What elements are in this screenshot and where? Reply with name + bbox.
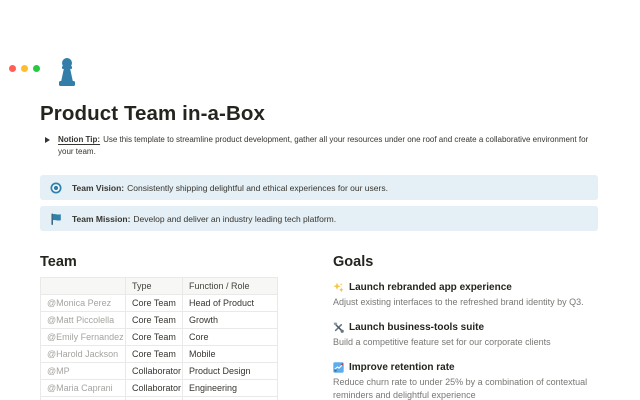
close-button[interactable]	[9, 65, 16, 72]
notion-tip-label: Notion Tip:	[58, 135, 101, 144]
chart-increasing-icon	[333, 362, 344, 373]
callout-text: Team Mission: Develop and deliver an indu…	[72, 213, 336, 225]
goals-section: Goals Launch rebranded app experience Adj…	[333, 255, 620, 400]
cell-type[interactable]: Core Team	[125, 311, 183, 329]
table-header-row: Type Function / Role	[40, 277, 278, 295]
cell-role[interactable]: Engineering	[182, 379, 278, 397]
table-row: @Matt Piccolella Core Team Growth	[40, 311, 278, 329]
column-header	[40, 277, 126, 295]
cell-role[interactable]: Head of Product	[182, 294, 278, 312]
flag-icon	[50, 213, 62, 225]
column-header: Function / Role	[182, 277, 278, 295]
goals-heading: Goals	[333, 254, 374, 270]
person-mention[interactable]: @Harold Jackson	[40, 345, 126, 363]
notion-tip-toggle[interactable]: Notion Tip: Use this template to streamli…	[40, 134, 605, 158]
goal-title-row[interactable]: Launch business-tools suite	[333, 321, 620, 334]
team-table: Type Function / Role @Monica Perez Core Te…	[40, 277, 278, 400]
goal-description: Reduce churn rate to under 25% by a comb…	[333, 377, 588, 400]
goal-item: Launch rebranded app experience Adjust ex…	[333, 281, 620, 309]
person-mention[interactable]: @Esteban Balderas	[40, 396, 126, 400]
cell-role[interactable]: Growth	[182, 311, 278, 329]
person-mention[interactable]: @Matt Piccolella	[40, 311, 126, 329]
window-traffic-lights	[9, 65, 40, 72]
team-section: Team Type Function / Role @Monica Perez Co…	[40, 255, 293, 400]
page-content: Product Team in-a-Box Notion Tip: Use thi…	[0, 57, 620, 400]
goal-item: Launch business-tools suite Build a compe…	[333, 321, 620, 349]
goal-title-row[interactable]: Improve retention rate	[333, 361, 620, 374]
team-mission-label: Team Mission:	[72, 213, 131, 224]
cell-role[interactable]: Mobile	[182, 345, 278, 363]
table-row: @Emily Fernandez Core Team Core	[40, 328, 278, 346]
cell-role[interactable]: Product Design	[182, 362, 278, 380]
team-mission-callout: Team Mission: Develop and deliver an indu…	[40, 206, 598, 231]
person-mention[interactable]: @Monica Perez	[40, 294, 126, 312]
goals-list: Launch rebranded app experience Adjust ex…	[333, 281, 620, 400]
sparkles-icon	[333, 282, 344, 293]
notion-tip-body: Use this template to streamline product …	[58, 135, 589, 156]
person-mention[interactable]: @MP	[40, 362, 126, 380]
team-vision-callout: Team Vision: Consistently shipping deligh…	[40, 175, 598, 200]
goal-title[interactable]: Improve retention rate	[349, 361, 455, 374]
cell-type[interactable]: Core Team	[125, 345, 183, 363]
notion-tip-text: Notion Tip: Use this template to streamli…	[58, 134, 605, 158]
goal-description: Build a competitive feature set for our …	[333, 337, 551, 347]
compass-icon	[50, 182, 62, 194]
two-column-layout: Team Type Function / Role @Monica Perez Co…	[40, 255, 620, 400]
team-vision-label: Team Vision:	[72, 182, 125, 193]
page-icon[interactable]	[55, 57, 79, 88]
minimize-button[interactable]	[21, 65, 28, 72]
table-row: @Maria Caprani Collaborator Engineering	[40, 379, 278, 397]
callout-text: Team Vision: Consistently shipping deligh…	[72, 182, 388, 194]
team-vision-body: Consistently shipping delightful and eth…	[127, 182, 388, 193]
column-header: Type	[125, 277, 183, 295]
table-row: @Monica Perez Core Team Head of Product	[40, 294, 278, 312]
table-row: @MP Collaborator Product Design	[40, 362, 278, 380]
table-row: @Esteban BalderasCollaboratorData Analyt…	[40, 396, 278, 400]
table-row: @Harold Jackson Core Team Mobile	[40, 345, 278, 363]
cell-type[interactable]: Collaborator	[125, 379, 183, 397]
pawn-icon	[55, 57, 79, 88]
goal-title[interactable]: Launch rebranded app experience	[349, 281, 512, 294]
page-title: Product Team in-a-Box	[40, 102, 265, 125]
cell-role[interactable]: Core	[182, 328, 278, 346]
cell-role[interactable]: Data Analytics	[182, 396, 278, 400]
cell-type[interactable]: Core Team	[125, 328, 183, 346]
goal-item: Improve retention rate Reduce churn rate …	[333, 361, 620, 400]
cell-type[interactable]: Core Team	[125, 294, 183, 312]
goal-title-row[interactable]: Launch rebranded app experience	[333, 281, 620, 294]
cell-type[interactable]: Collaborator	[125, 362, 183, 380]
team-heading: Team	[40, 254, 77, 270]
team-mission-body: Develop and deliver an industry leading …	[133, 213, 337, 224]
person-mention[interactable]: @Emily Fernandez	[40, 328, 126, 346]
person-mention[interactable]: @Maria Caprani	[40, 379, 126, 397]
zoom-button[interactable]	[33, 65, 40, 72]
goal-title[interactable]: Launch business-tools suite	[349, 321, 484, 334]
cell-type[interactable]: Collaborator	[125, 396, 183, 400]
toggle-triangle-icon[interactable]	[45, 136, 50, 143]
hammer-wrench-icon	[333, 322, 344, 333]
goal-description: Adjust existing interfaces to the refres…	[333, 297, 584, 307]
